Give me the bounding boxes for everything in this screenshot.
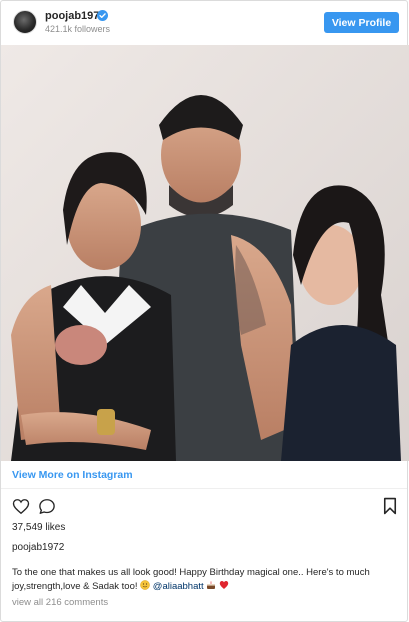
red-heart-emoji-icon (219, 580, 229, 589)
verified-badge-icon (97, 10, 108, 21)
heart-icon[interactable] (12, 498, 30, 515)
avatar[interactable] (13, 10, 37, 34)
caption-username[interactable]: poojab1972 (12, 542, 64, 553)
view-more-link[interactable]: View More on Instagram (12, 469, 133, 481)
mention-link[interactable]: @aliaabhatt (153, 581, 204, 592)
view-all-comments-link[interactable]: view all 216 comments (12, 597, 108, 608)
likes-count[interactable]: 37,549 likes (12, 522, 65, 533)
photo-illustration (1, 45, 409, 461)
post-photo[interactable] (1, 45, 409, 461)
post-caption: To the one that makes us all look good! … (12, 567, 398, 593)
comment-icon[interactable] (38, 498, 56, 515)
post-header: poojab1972 421.1k followers View Profile (1, 1, 407, 45)
view-more-row: View More on Instagram (1, 461, 407, 489)
instagram-embed-card: poojab1972 421.1k followers View Profile (0, 0, 409, 622)
view-profile-button[interactable]: View Profile (324, 12, 399, 33)
cake-emoji-icon (207, 580, 216, 589)
smiling-face-emoji-icon (140, 579, 150, 590)
bookmark-icon[interactable] (383, 497, 397, 515)
followers-count: 421.1k followers (45, 24, 111, 34)
